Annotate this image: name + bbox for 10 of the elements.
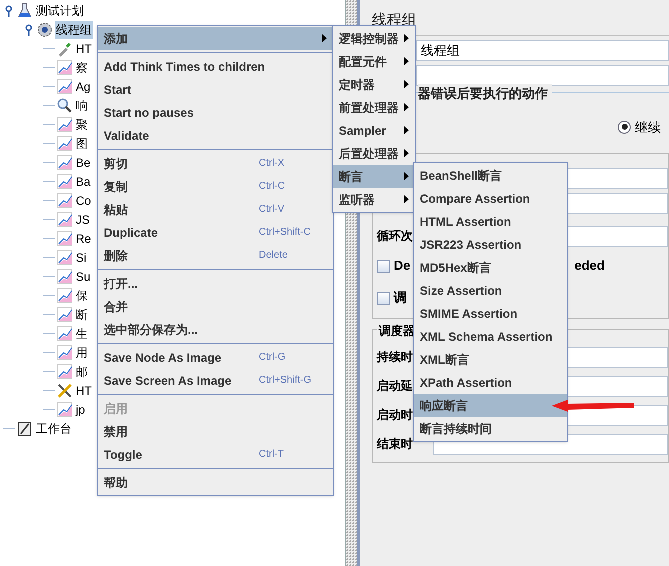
field-label: 持续时 <box>377 350 413 364</box>
checkbox-label: 调 <box>394 289 407 308</box>
section-title: 器错误后要执行的动作 <box>418 84 552 104</box>
checkbox-label: eded <box>574 257 605 276</box>
field-label: 结束时 <box>377 437 413 451</box>
checkbox-label: De <box>394 257 411 276</box>
field-label: 启动延 <box>377 379 413 393</box>
field-label: 循环次 <box>377 229 413 243</box>
field-label: 启动时 <box>377 408 413 422</box>
radio-label: 继续 <box>635 118 661 136</box>
